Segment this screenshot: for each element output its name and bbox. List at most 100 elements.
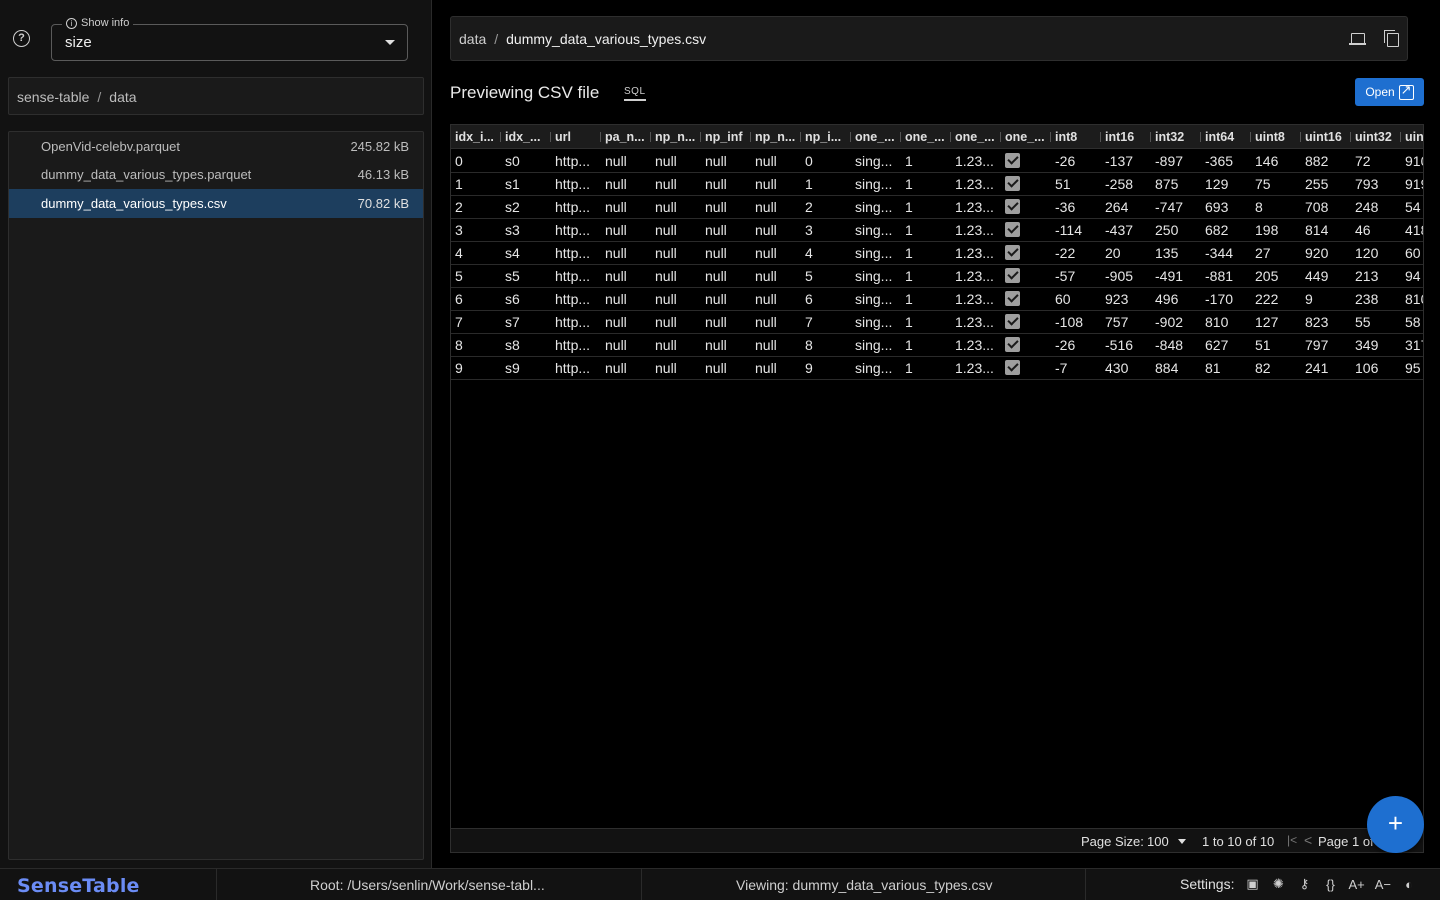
column-header[interactable]: uin [1401, 125, 1423, 149]
table-cell: 1 [905, 153, 913, 169]
table-cell: http... [555, 199, 591, 215]
table-cell: null [655, 222, 677, 238]
column-header[interactable]: idx_i... [451, 125, 501, 149]
breadcrumb-item-sense-table[interactable]: sense-table [17, 89, 89, 105]
table-cell: 3 [455, 222, 463, 238]
settings-bar: Settings: ▣ ✺ ⚷ {} A+ A− ◐ [1180, 876, 1417, 892]
breadcrumb-item-data[interactable]: data [109, 89, 136, 105]
column-header[interactable]: int16 [1101, 125, 1151, 149]
table-row[interactable]: 6 s6 http... null null null null 6 sing... 1 1.23.… [451, 288, 1423, 311]
file-item[interactable]: dummy_data_various_types.parquet 46.13 k… [9, 161, 423, 190]
info-icon: i [66, 17, 77, 29]
table-cell: s3 [505, 222, 520, 238]
table-cell: 349 [1355, 337, 1379, 353]
table-cell: null [655, 268, 677, 284]
table-row[interactable]: 1 s1 http... null null null null 1 sing... 1 1.23.… [451, 173, 1423, 196]
column-header[interactable]: np_n... [751, 125, 801, 149]
column-header[interactable]: one_... [901, 125, 951, 149]
font-decrease-icon[interactable]: A− [1375, 877, 1391, 892]
table-cell: 1 [905, 360, 913, 376]
file-item[interactable]: OpenVid-celebv.parquet 245.82 kB [9, 132, 423, 161]
key-icon[interactable]: ⚷ [1296, 876, 1312, 892]
path-actions [1349, 30, 1399, 47]
column-header[interactable]: int8 [1051, 125, 1101, 149]
table-cell: 248 [1355, 199, 1379, 215]
column-header[interactable]: int32 [1151, 125, 1201, 149]
braces-icon[interactable]: {} [1322, 877, 1338, 892]
add-button[interactable]: + [1367, 796, 1424, 853]
table-cell: s0 [505, 153, 520, 169]
column-header[interactable]: np_inf [701, 125, 751, 149]
table-cell: 1.23... [955, 268, 994, 284]
table-row[interactable]: 2 s2 http... null null null null 2 sing... 1 1.23.… [451, 196, 1423, 219]
file-name: dummy_data_various_types.csv [41, 195, 227, 211]
table-cell: 823 [1305, 314, 1329, 330]
table-cell-checkbox [1001, 150, 1051, 172]
table-row[interactable]: 5 s5 http... null null null null 5 sing... 1 1.23.… [451, 265, 1423, 288]
table-cell: s9 [505, 360, 520, 376]
table-cell: 81 [1205, 360, 1221, 376]
table-cell: 1 [905, 176, 913, 192]
file-item-selected[interactable]: dummy_data_various_types.csv 70.82 kB [9, 189, 423, 218]
table-row[interactable]: 7 s7 http... null null null null 7 sing... 1 1.23.… [451, 311, 1423, 334]
table-cell: null [655, 291, 677, 307]
table-cell: null [655, 337, 677, 353]
column-header[interactable]: np_i... [801, 125, 851, 149]
table-cell: 682 [1205, 222, 1229, 238]
show-info-select[interactable]: i Show info size [51, 17, 408, 61]
status-divider [641, 869, 642, 900]
table-cell: null [605, 199, 627, 215]
table-cell: http... [555, 360, 591, 376]
table-row[interactable]: 9 s9 http... null null null null 9 sing... 1 1.23.… [451, 357, 1423, 380]
table-cell: -57 [1055, 268, 1076, 284]
table-cell: 1.23... [955, 291, 994, 307]
column-header[interactable]: pa_n... [601, 125, 651, 149]
table-row[interactable]: 4 s4 http... null null null null 4 sing... 1 1.23.… [451, 242, 1423, 265]
table-row[interactable]: 3 s3 http... null null null null 3 sing... 1 1.23.… [451, 219, 1423, 242]
table-cell: 20 [1105, 245, 1121, 261]
table-cell: 1.23... [955, 199, 994, 215]
column-header[interactable]: one_... [951, 125, 1001, 149]
column-header[interactable]: url [551, 125, 601, 149]
font-increase-icon[interactable]: A+ [1348, 877, 1364, 892]
column-header[interactable]: np_n... [651, 125, 701, 149]
column-header[interactable]: uint16 [1301, 125, 1351, 149]
column-header[interactable]: uint32 [1351, 125, 1401, 149]
first-page-icon[interactable]: |< [1287, 833, 1297, 847]
table-row[interactable]: 0 s0 http... null null null null 0 sing... 1 1.23.… [451, 150, 1423, 173]
table-cell: 58 [1405, 314, 1421, 330]
prev-page-icon[interactable]: < [1304, 832, 1312, 848]
column-header[interactable]: uint8 [1251, 125, 1301, 149]
table-cell: 2 [455, 199, 463, 215]
table-cell: null [755, 268, 777, 284]
open-button[interactable]: Open [1355, 78, 1424, 106]
table-cell: 317 [1405, 337, 1423, 353]
checkbox-checked-icon [1005, 360, 1020, 375]
column-header[interactable]: one_... [1001, 125, 1051, 149]
table-cell: -848 [1155, 337, 1184, 353]
app-logo: SenseTable [17, 875, 140, 897]
table-cell-checkbox [1001, 219, 1051, 241]
image-icon[interactable]: ▣ [1244, 876, 1260, 892]
table-row[interactable]: 8 s8 http... null null null null 8 sing... 1 1.23.… [451, 334, 1423, 357]
column-header[interactable]: int64 [1201, 125, 1251, 149]
bug-icon[interactable]: ✺ [1270, 876, 1286, 892]
show-info-value: size [65, 34, 92, 51]
table-cell: null [755, 199, 777, 215]
column-header[interactable]: idx_... [501, 125, 551, 149]
table-cell: null [655, 314, 677, 330]
page-size-label: Page Size: [1081, 834, 1144, 849]
table-cell: -365 [1205, 153, 1234, 169]
help-icon[interactable]: ? [13, 30, 30, 47]
dark-mode-icon[interactable]: ◐ [1401, 877, 1417, 892]
table-cell: 129 [1205, 176, 1229, 192]
table-cell: s1 [505, 176, 520, 192]
table-cell: 1 [905, 245, 913, 261]
laptop-icon[interactable] [1349, 32, 1367, 46]
copy-icon[interactable] [1383, 30, 1399, 47]
tab-sql[interactable]: SQL [624, 86, 646, 101]
column-header[interactable]: one_... [851, 125, 901, 149]
table-cell: 910 [1405, 153, 1423, 169]
table-cell: -905 [1105, 268, 1134, 284]
breadcrumb-item-data[interactable]: data [459, 31, 486, 47]
